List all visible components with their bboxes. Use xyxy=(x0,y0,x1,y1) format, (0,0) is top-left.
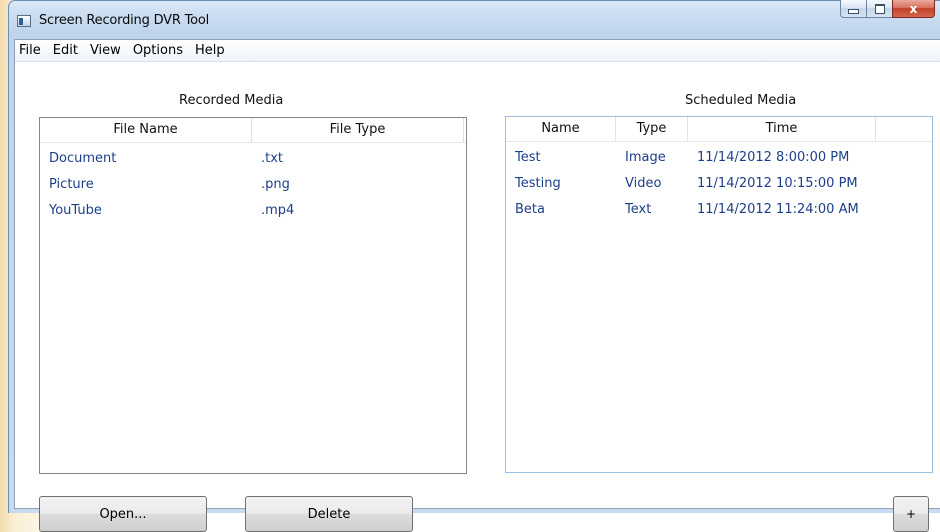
file-name-cell: Document xyxy=(49,151,117,166)
client-area: File Edit View Options Help Recorded Med… xyxy=(14,39,940,532)
menu-options[interactable]: Options xyxy=(127,40,189,61)
recorded-media-list[interactable]: File Name File Type Document .txt Pictur… xyxy=(39,117,467,474)
menu-help[interactable]: Help xyxy=(189,40,231,61)
maximize-icon xyxy=(874,3,885,14)
scheduled-list-header: Name Type Time xyxy=(506,117,932,142)
delete-button[interactable]: Delete xyxy=(245,496,413,532)
column-header-file-type[interactable]: File Type xyxy=(252,118,464,142)
schedule-name-cell: Test xyxy=(515,150,541,165)
title-bar[interactable]: Screen Recording DVR Tool xyxy=(9,1,940,39)
list-item[interactable]: Testing Video 11/14/2012 10:15:00 PM xyxy=(506,171,932,197)
app-window: Screen Recording DVR Tool File Edit View… xyxy=(8,0,940,532)
open-button[interactable]: Open... xyxy=(39,496,207,532)
list-item[interactable]: Picture .png xyxy=(40,172,466,198)
schedule-time-cell: 11/14/2012 11:24:00 AM xyxy=(697,202,859,217)
schedule-type-cell: Text xyxy=(625,202,652,217)
scheduled-media-list[interactable]: Name Type Time Test Image 11/14/2012 8:0… xyxy=(505,116,933,473)
close-icon: x xyxy=(909,1,918,16)
menu-edit[interactable]: Edit xyxy=(47,40,84,61)
minimize-button[interactable] xyxy=(840,0,866,18)
close-button[interactable]: x xyxy=(892,0,935,18)
caption-buttons: x xyxy=(840,0,935,18)
file-type-cell: .txt xyxy=(261,151,284,166)
list-item[interactable]: Beta Text 11/14/2012 11:24:00 AM xyxy=(506,197,932,223)
file-type-cell: .png xyxy=(261,177,290,192)
column-header-file-name[interactable]: File Name xyxy=(40,118,252,142)
list-item[interactable]: Test Image 11/14/2012 8:00:00 PM xyxy=(506,145,932,171)
file-name-cell: YouTube xyxy=(49,203,102,218)
recorded-list-header: File Name File Type xyxy=(40,118,466,143)
list-item[interactable]: Document .txt xyxy=(40,146,466,172)
column-header-type[interactable]: Type xyxy=(616,117,688,141)
schedule-type-cell: Video xyxy=(625,176,662,191)
menu-bar: File Edit View Options Help xyxy=(15,40,940,62)
app-icon[interactable] xyxy=(17,15,31,27)
menu-file[interactable]: File xyxy=(15,40,47,61)
schedule-type-cell: Image xyxy=(625,150,666,165)
file-type-cell: .mp4 xyxy=(261,203,295,218)
list-item[interactable]: YouTube .mp4 xyxy=(40,198,466,224)
scheduled-media-label: Scheduled Media xyxy=(685,93,797,108)
menu-view[interactable]: View xyxy=(84,40,127,61)
window-title: Screen Recording DVR Tool xyxy=(39,13,210,28)
schedule-time-cell: 11/14/2012 8:00:00 PM xyxy=(697,150,850,165)
maximize-button[interactable] xyxy=(866,0,892,18)
schedule-name-cell: Beta xyxy=(515,202,545,217)
column-header-time[interactable]: Time xyxy=(688,117,876,141)
minimize-icon xyxy=(848,9,859,14)
recorded-media-label: Recorded Media xyxy=(179,93,284,108)
schedule-name-cell: Testing xyxy=(515,176,561,191)
column-header-filler xyxy=(876,117,932,141)
schedule-time-cell: 11/14/2012 10:15:00 PM xyxy=(697,176,858,191)
file-name-cell: Picture xyxy=(49,177,94,192)
column-header-name[interactable]: Name xyxy=(506,117,616,141)
add-schedule-button[interactable]: + xyxy=(893,496,929,532)
